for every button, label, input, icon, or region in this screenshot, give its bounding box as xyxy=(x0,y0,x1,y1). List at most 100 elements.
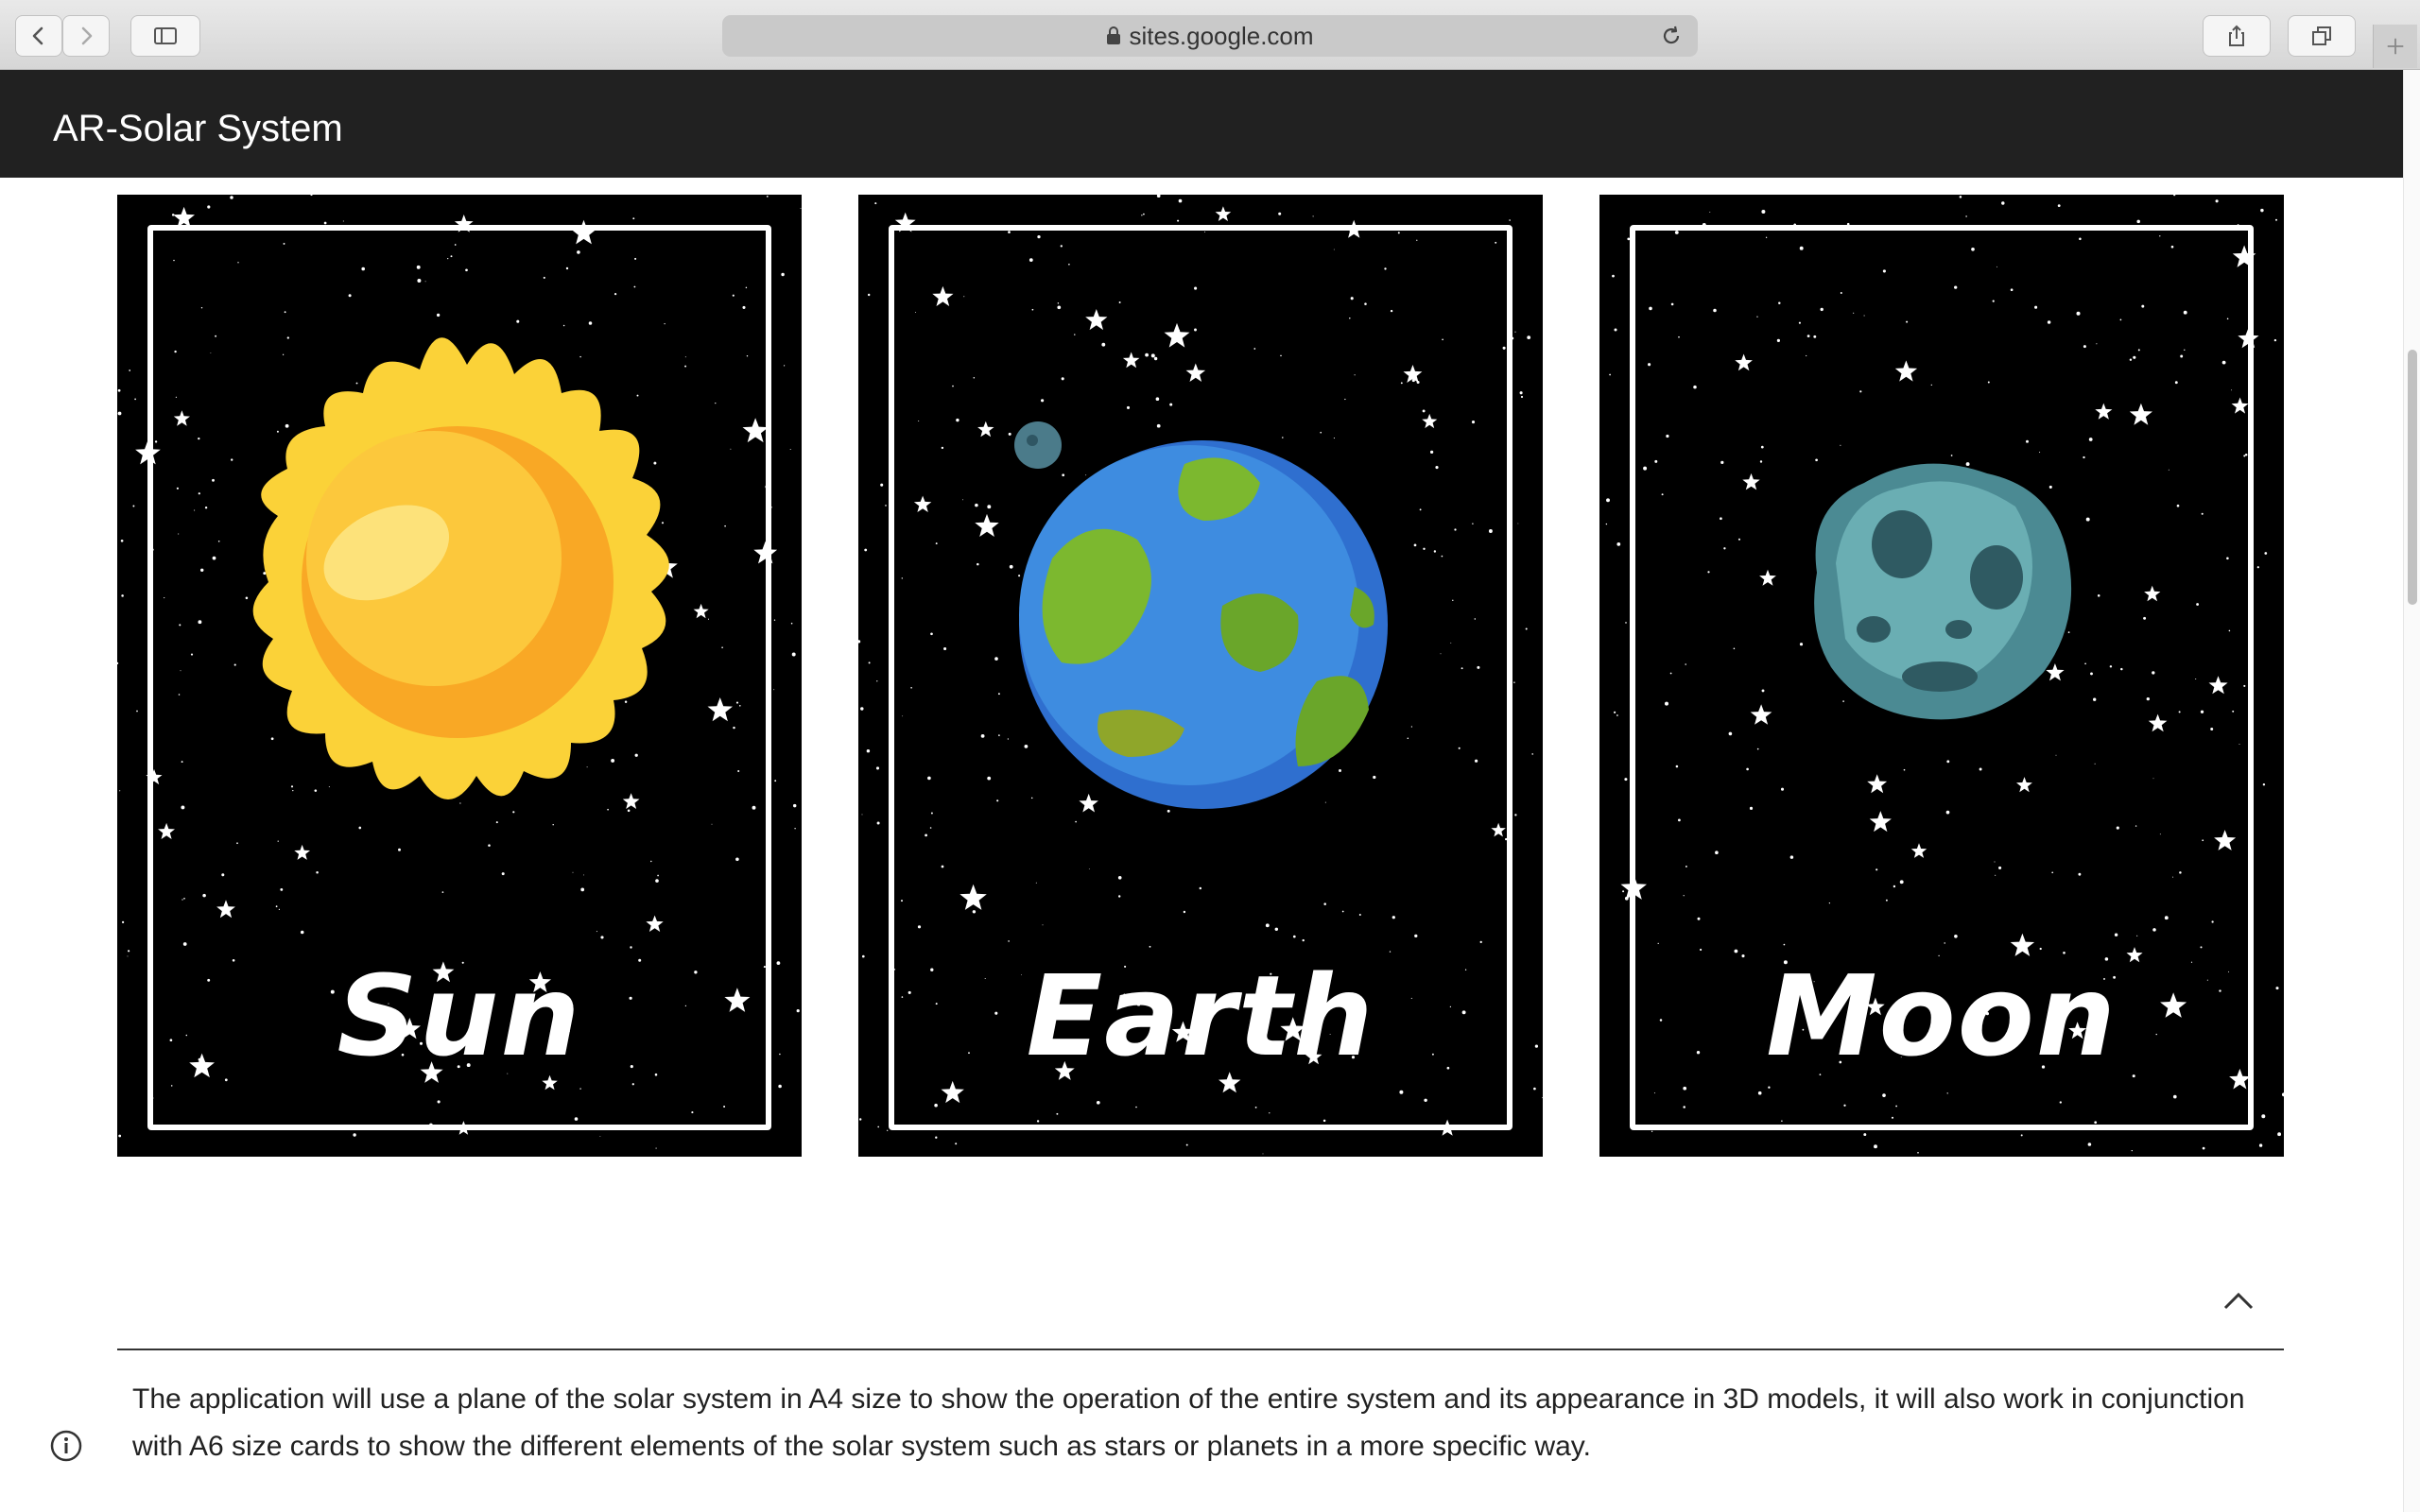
star-dot xyxy=(2215,199,2219,203)
star-dot xyxy=(1520,395,1524,399)
info-icon[interactable] xyxy=(49,1429,83,1463)
star-dot xyxy=(784,365,786,367)
star-dot xyxy=(794,828,796,830)
star-dot xyxy=(2131,1149,2133,1152)
new-tab-button[interactable] xyxy=(2373,25,2417,68)
star-dot xyxy=(117,388,121,392)
chevron-up-icon[interactable] xyxy=(2220,1287,2257,1315)
star-dot xyxy=(1609,373,1611,376)
browser-toolbar: sites.google.com xyxy=(0,0,2420,70)
star-dot xyxy=(1616,542,1621,546)
star-dot xyxy=(1143,213,1145,215)
back-button[interactable] xyxy=(15,15,62,57)
share-button[interactable] xyxy=(2203,15,2271,57)
star-dot xyxy=(773,689,775,691)
page-scrollbar[interactable] xyxy=(2403,70,2420,1512)
star-dot xyxy=(120,539,124,542)
star-dot xyxy=(877,1125,880,1128)
star-dot xyxy=(792,803,797,808)
star-dot xyxy=(342,220,344,222)
star-dot xyxy=(866,748,871,753)
tabs-icon xyxy=(2312,26,2331,45)
star-dot xyxy=(1513,681,1515,683)
star-dot xyxy=(2275,218,2277,221)
star-dot xyxy=(1612,274,1615,278)
star-dot xyxy=(118,1134,122,1138)
star-dot xyxy=(353,1133,356,1137)
star-dot xyxy=(864,548,868,552)
star-dot xyxy=(860,707,864,711)
site-header: AR-Solar System xyxy=(0,70,2403,178)
tabs-button[interactable] xyxy=(2288,15,2356,57)
star-dot xyxy=(1614,328,1617,332)
star-dot xyxy=(1519,391,1523,395)
star-dot xyxy=(1624,778,1628,782)
star-dot xyxy=(1917,1151,1919,1154)
star-dot xyxy=(310,195,313,197)
star-dot xyxy=(1606,498,1610,503)
star-dot xyxy=(1614,711,1616,713)
star-dot xyxy=(1542,1097,1543,1099)
star-dot xyxy=(1863,1133,1867,1137)
star-dot xyxy=(781,272,785,277)
star-dot xyxy=(2264,552,2268,555)
star-dot xyxy=(230,196,233,199)
star-dot xyxy=(2281,1092,2284,1097)
star-dot xyxy=(1514,331,1516,333)
chevron-left-icon xyxy=(32,26,43,45)
star-dot xyxy=(773,619,776,621)
star-dot xyxy=(132,505,135,507)
star-dot xyxy=(117,662,119,665)
star-dot xyxy=(766,195,769,198)
star-dot xyxy=(2020,1134,2023,1137)
lock-icon xyxy=(1107,26,1121,44)
star-dot xyxy=(207,205,211,209)
star-dot xyxy=(134,398,136,401)
card-earth: Earth xyxy=(858,195,1543,1157)
star-dot xyxy=(2136,219,2140,224)
star-dot xyxy=(1278,212,1282,215)
star-dot xyxy=(129,369,131,371)
star-dot xyxy=(119,790,121,792)
star-dot xyxy=(1874,1144,1877,1149)
star-dot xyxy=(136,710,138,713)
star-dot xyxy=(778,1084,782,1089)
star-dot xyxy=(2258,1143,2263,1147)
star-dot xyxy=(1177,219,1180,222)
star-dot xyxy=(121,920,125,924)
star-dot xyxy=(858,640,861,644)
star-dot xyxy=(876,680,878,682)
star-dot xyxy=(1178,198,1183,203)
star-dot xyxy=(861,814,863,816)
star-dot xyxy=(1965,215,1967,217)
star-dot xyxy=(791,652,796,657)
star-dot xyxy=(2087,1143,2092,1146)
scrollbar-thumb[interactable] xyxy=(2408,350,2417,605)
site-title[interactable]: AR-Solar System xyxy=(53,108,343,150)
star-dot xyxy=(867,293,871,297)
reload-icon[interactable] xyxy=(1658,23,1685,49)
star-dot xyxy=(2261,1114,2266,1119)
star-dot xyxy=(2001,201,2005,205)
star-dot xyxy=(1709,212,1711,214)
star-dot xyxy=(117,411,122,416)
star-dot xyxy=(1514,814,1517,816)
star-dot xyxy=(2277,1132,2282,1137)
star-dot xyxy=(887,1129,889,1131)
share-icon xyxy=(2229,25,2244,46)
star-dot xyxy=(874,202,877,205)
description-text: The application will use a plane of the … xyxy=(132,1383,2245,1462)
star-dot xyxy=(1651,1130,1653,1132)
forward-button[interactable] xyxy=(62,15,110,57)
star-dot xyxy=(1959,196,1962,198)
address-bar[interactable]: sites.google.com xyxy=(722,15,1698,57)
star-dot xyxy=(1531,753,1533,755)
sidebar-button[interactable] xyxy=(130,15,200,57)
star-dot xyxy=(800,207,802,209)
star-dot xyxy=(875,766,880,770)
star-dot xyxy=(655,1147,657,1149)
star-dot xyxy=(1533,1087,1536,1091)
star-dot xyxy=(790,622,793,625)
sidebar-icon xyxy=(154,27,177,44)
star-dot xyxy=(955,1143,958,1145)
